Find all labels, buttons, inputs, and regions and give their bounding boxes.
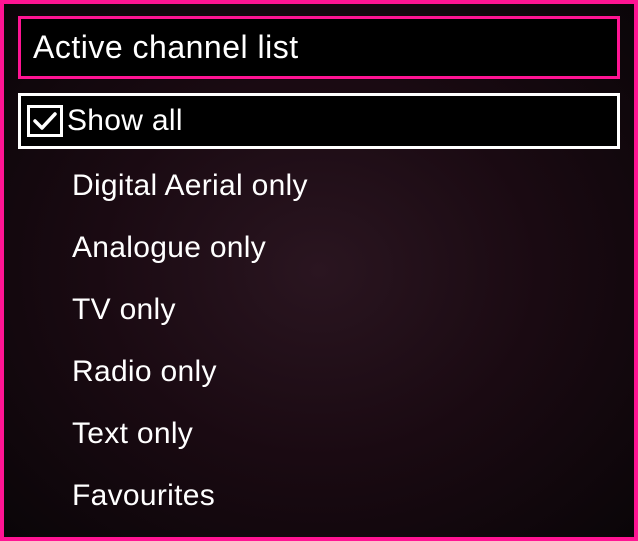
menu-item-text-only[interactable]: Text only xyxy=(18,409,620,459)
menu-item-label: Radio only xyxy=(72,355,217,389)
menu-item-label: Digital Aerial only xyxy=(72,169,308,203)
menu-item-label: Favourites xyxy=(72,479,215,513)
channel-filter-menu: Show all Digital Aerial only Analogue on… xyxy=(18,93,620,521)
menu-item-favourites[interactable]: Favourites xyxy=(18,471,620,521)
menu-item-analogue[interactable]: Analogue only xyxy=(18,223,620,273)
menu-item-radio-only[interactable]: Radio only xyxy=(18,347,620,397)
main-frame: Active channel list Show all Digital Aer… xyxy=(0,0,638,541)
page-title: Active channel list xyxy=(33,29,605,66)
menu-item-label: Text only xyxy=(72,417,193,451)
menu-item-label: TV only xyxy=(72,293,176,327)
menu-item-digital-aerial[interactable]: Digital Aerial only xyxy=(18,161,620,211)
menu-item-label: Show all xyxy=(67,104,183,138)
checkmark-icon xyxy=(33,111,57,131)
menu-item-show-all[interactable]: Show all xyxy=(18,93,620,149)
title-bar: Active channel list xyxy=(18,16,620,79)
menu-item-label: Analogue only xyxy=(72,231,266,265)
menu-item-tv-only[interactable]: TV only xyxy=(18,285,620,335)
checkbox-show-all[interactable] xyxy=(27,105,63,137)
